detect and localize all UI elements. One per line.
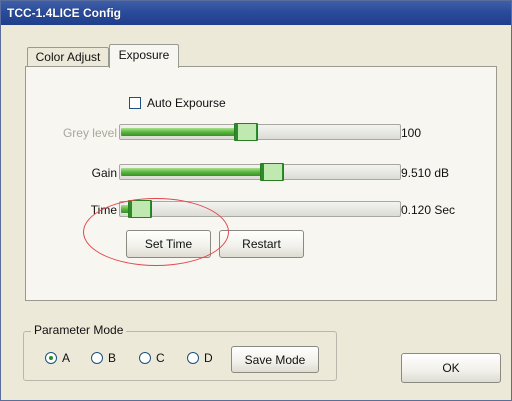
mode-radio-d-label: D — [204, 351, 213, 365]
mode-radio-d-dot[interactable] — [187, 352, 199, 364]
mode-radio-a-label: A — [62, 351, 71, 365]
mode-radio-b-label: B — [108, 351, 117, 365]
set-time-button[interactable]: Set Time — [126, 230, 211, 258]
tab-color-adjust-label: Color Adjust — [35, 50, 101, 64]
tab-color-adjust[interactable]: Color Adjust — [27, 47, 109, 66]
time-value: 0.120 Sec — [401, 203, 456, 217]
gain-slider-fill — [121, 168, 273, 176]
save-mode-button[interactable]: Save Mode — [231, 346, 319, 373]
mode-radio-a-dot[interactable] — [45, 352, 57, 364]
gain-label: Gain — [91, 166, 117, 180]
mode-radio-a[interactable]: A — [45, 351, 70, 365]
title-bar[interactable]: TCC-1.4LICE Config — [1, 1, 511, 25]
tab-exposure[interactable]: Exposure — [109, 44, 179, 68]
mode-radio-b-dot[interactable] — [91, 352, 103, 364]
config-window: TCC-1.4LICE Config Color Adjust Exposure… — [0, 0, 512, 401]
ok-button[interactable]: OK — [401, 353, 501, 383]
exposure-panel — [25, 66, 497, 301]
auto-exposure-checkbox[interactable]: Auto Expourse — [129, 96, 226, 110]
parameter-mode-title: Parameter Mode — [31, 323, 127, 337]
tab-exposure-label: Exposure — [118, 48, 170, 62]
mode-radio-b[interactable]: B — [91, 351, 116, 365]
restart-button[interactable]: Restart — [219, 230, 304, 258]
grey-level-slider-thumb[interactable] — [234, 123, 259, 141]
gain-slider-thumb[interactable] — [259, 163, 284, 181]
time-slider[interactable] — [119, 200, 401, 218]
mode-radio-d[interactable]: D — [187, 351, 213, 365]
gain-slider[interactable] — [119, 163, 401, 181]
auto-exposure-label: Auto Expourse — [147, 96, 226, 110]
grey-level-label: Grey level — [62, 126, 117, 140]
time-label: Time — [90, 203, 117, 217]
grey-level-slider[interactable] — [119, 123, 401, 141]
grey-level-value: 100 — [401, 126, 422, 140]
mode-radio-c[interactable]: C — [139, 351, 165, 365]
auto-exposure-checkbox-box[interactable] — [129, 97, 141, 109]
window-title: TCC-1.4LICE Config — [7, 6, 121, 20]
mode-radio-c-label: C — [156, 351, 165, 365]
grey-level-slider-fill — [121, 128, 248, 136]
gain-value: 9.510 dB — [401, 166, 450, 180]
mode-radio-c-dot[interactable] — [139, 352, 151, 364]
time-slider-thumb[interactable] — [127, 200, 152, 218]
